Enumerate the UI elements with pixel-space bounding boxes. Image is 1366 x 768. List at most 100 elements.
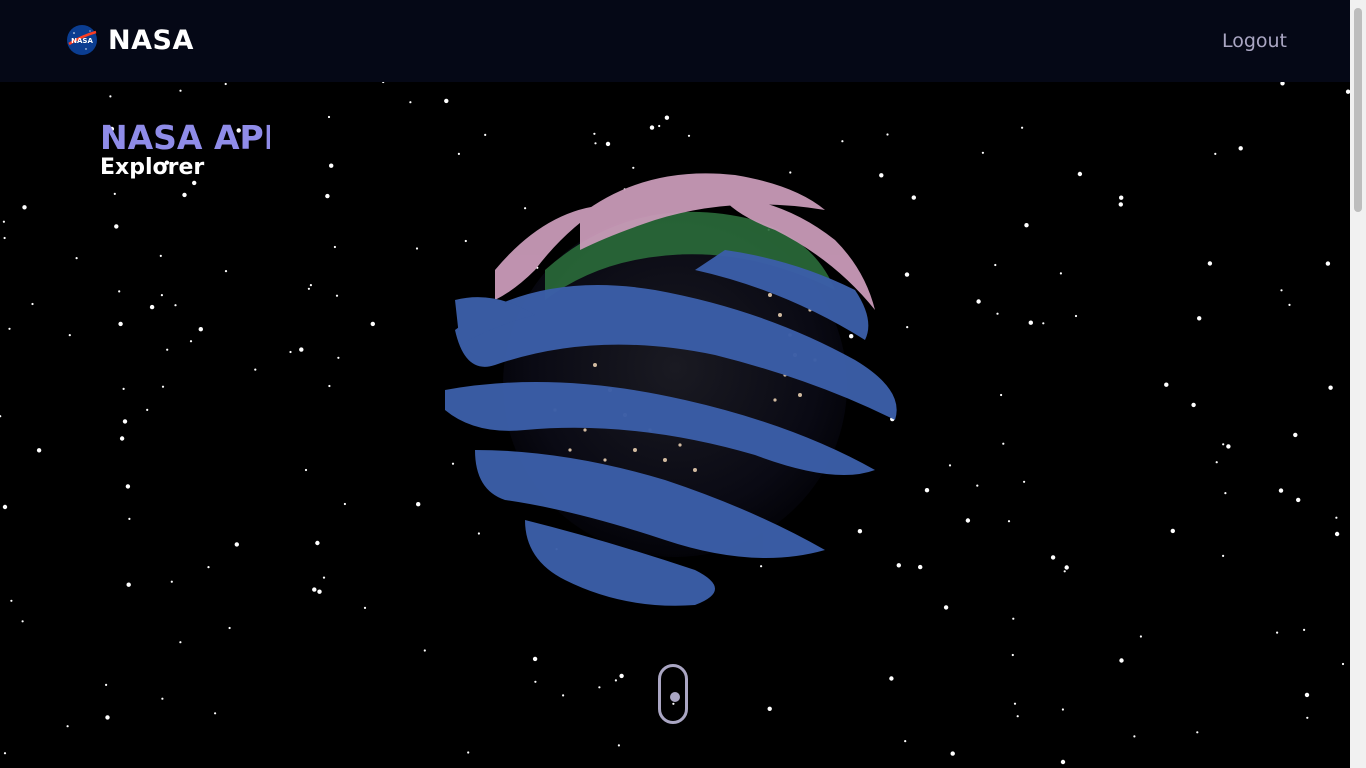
star [1293,432,1298,438]
star [1013,702,1017,705]
star [1238,146,1243,151]
star [444,98,449,104]
star [1050,555,1056,560]
star [1028,320,1034,325]
star [924,488,930,493]
star [105,715,110,720]
star [119,436,125,441]
star [207,566,210,569]
logout-link[interactable]: Logout [1222,30,1287,52]
star [192,180,197,186]
star [1306,716,1309,719]
star [1226,444,1231,449]
star [161,697,164,700]
nasa-logo-icon: NASA [67,25,97,55]
star [1276,631,1279,634]
star [1334,531,1340,537]
star [370,321,375,327]
star [1304,692,1310,698]
star [214,712,217,715]
star [889,676,894,681]
star [1059,272,1062,275]
star [1077,171,1083,177]
star [1118,202,1124,207]
star [128,517,131,520]
star [22,205,27,210]
star [1224,492,1227,495]
star [594,142,597,145]
scrollbar-thumb[interactable] [1354,8,1362,212]
star [1119,658,1124,663]
star [1222,443,1225,446]
star [767,706,772,711]
star [8,327,11,330]
star [224,270,228,273]
star [179,641,182,644]
star [918,564,923,570]
star [125,484,131,489]
star [950,751,955,756]
star [289,350,292,354]
page-scrollbar[interactable] [1350,0,1366,768]
star [312,587,317,592]
scroll-indicator-icon[interactable] [658,664,688,724]
star [617,744,621,747]
star [122,419,128,424]
star [886,133,889,136]
star [159,254,162,257]
brand[interactable]: NASA NASA [66,24,194,56]
star [322,576,326,579]
star [254,368,257,371]
star [1303,628,1306,632]
star [1061,708,1064,711]
star [423,649,426,652]
star [3,236,6,240]
star [1023,480,1026,483]
star [1280,82,1285,86]
star [841,140,844,143]
star [664,115,670,120]
star [114,224,119,229]
star [146,408,149,411]
star [1335,516,1338,519]
star [174,304,177,307]
star [1060,759,1066,765]
star [658,124,661,128]
hero-subtitle: Explorer [100,155,205,180]
star [534,680,537,683]
star [31,302,34,306]
star [976,299,981,304]
star [484,133,487,136]
star [105,683,108,687]
star [335,294,339,297]
star [126,582,131,587]
star [327,115,331,119]
star [2,220,5,223]
star [179,89,182,92]
star [36,448,42,453]
hero-title: NASA API [100,118,270,157]
star [416,502,421,507]
star [1064,565,1069,570]
star [1016,715,1019,718]
star [904,740,907,743]
star [1000,393,1003,397]
star [307,287,310,290]
star [598,686,601,689]
star [605,141,611,147]
star [1170,528,1176,534]
star [343,502,346,506]
star [1278,488,1284,493]
star [593,132,596,135]
star [304,468,308,472]
star [109,95,112,98]
star [1074,314,1078,318]
star [328,384,331,388]
star [1325,261,1331,266]
star [1042,322,1045,325]
star [1191,402,1196,408]
star [363,606,367,610]
earth-globe-canvas[interactable] [435,150,915,620]
star [182,192,187,198]
star [976,484,979,487]
